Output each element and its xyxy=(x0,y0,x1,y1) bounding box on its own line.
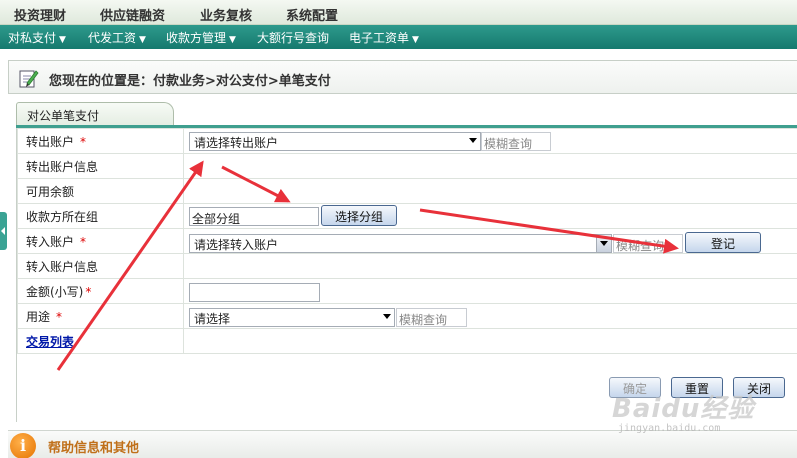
sub-menu-private-payment[interactable]: 对私支付 ▼ xyxy=(8,29,66,46)
in-account-label: 转入账户 xyxy=(26,234,75,249)
required-mark: * xyxy=(80,134,87,149)
top-menu-bar: 投资理财 供应链融资 业务复核 系统配置 xyxy=(0,0,797,25)
payee-group-label: 收款方所在组 xyxy=(17,203,184,229)
chevron-down-icon: ▼ xyxy=(139,35,146,45)
chevron-down-icon xyxy=(469,138,477,143)
help-title[interactable]: 帮助信息和其他 xyxy=(48,437,139,456)
breadcrumb: 您现在的位置是：付款业务>对公支付>单笔支付 xyxy=(8,60,797,94)
out-account-info-value xyxy=(183,153,797,179)
payee-group-input[interactable]: 全部分组 xyxy=(189,207,319,226)
watermark: Baidu经验 jingyan.baidu.com xyxy=(612,388,797,438)
tab-corporate-single-payment[interactable]: 对公单笔支付 xyxy=(16,102,174,126)
select-group-button[interactable]: 选择分组 xyxy=(321,205,397,226)
watermark-url: jingyan.baidu.com xyxy=(618,423,721,434)
sub-menu-payee-management[interactable]: 收款方管理 ▼ xyxy=(166,29,236,46)
out-account-info-label: 转出账户信息 xyxy=(17,153,184,179)
top-menu-investment[interactable]: 投资理财 xyxy=(14,5,66,24)
transaction-list-link[interactable]: 交易列表 xyxy=(26,335,74,349)
out-account-label: 转出账户 xyxy=(26,134,75,149)
chevron-down-icon xyxy=(600,241,608,246)
out-account-select[interactable]: 请选择转出账户 xyxy=(189,132,481,151)
purpose-select[interactable]: 请选择 xyxy=(189,308,395,327)
top-menu-supply-chain[interactable]: 供应链融资 xyxy=(100,5,165,24)
info-icon: i xyxy=(10,433,36,458)
breadcrumb-text: 您现在的位置是：付款业务>对公支付>单笔支付 xyxy=(49,74,331,89)
amount-input[interactable] xyxy=(189,283,320,302)
form-panel: 转出账户 * 转出账户信息 可用余额 收款方所在组 转入账户 * 转入账户信息 金额… xyxy=(16,128,797,422)
sub-menu-bar: 对私支付 ▼ 代发工资 ▼ 收款方管理 ▼ 大额行号查询 电子工资单 ▼ xyxy=(0,25,797,49)
edit-document-icon xyxy=(19,70,39,88)
in-account-info-value xyxy=(183,253,797,279)
required-mark: * xyxy=(80,234,87,249)
chevron-down-icon: ▼ xyxy=(229,35,236,45)
sub-menu-bank-code-query[interactable]: 大额行号查询 xyxy=(257,29,329,46)
purpose-label: 用途 xyxy=(26,309,51,324)
in-account-info-label: 转入账户信息 xyxy=(17,253,184,279)
in-account-select[interactable]: 请选择转入账户 xyxy=(189,234,612,253)
watermark-title: Baidu经验 xyxy=(612,394,755,424)
chevron-down-icon xyxy=(383,314,391,319)
available-balance-label: 可用余额 xyxy=(17,178,184,204)
chevron-down-icon: ▼ xyxy=(59,35,66,45)
chevron-down-icon: ▼ xyxy=(412,35,419,45)
top-menu-business-review[interactable]: 业务复核 xyxy=(200,5,252,24)
sub-menu-e-payslip[interactable]: 电子工资单 ▼ xyxy=(349,29,419,46)
in-account-fuzzy-query[interactable]: 模糊查询 xyxy=(613,234,683,253)
available-balance-value xyxy=(183,178,797,204)
out-account-fuzzy-query[interactable]: 模糊查询 xyxy=(481,132,551,151)
sidebar-toggle-handle[interactable] xyxy=(0,212,7,250)
sub-menu-payroll[interactable]: 代发工资 ▼ xyxy=(88,29,146,46)
required-mark: * xyxy=(85,284,92,299)
amount-label: 金额(小写) xyxy=(26,284,84,299)
required-mark: * xyxy=(56,309,63,324)
register-button[interactable]: 登记 xyxy=(685,232,761,253)
top-menu-system-config[interactable]: 系统配置 xyxy=(286,5,338,24)
purpose-fuzzy-query[interactable]: 模糊查询 xyxy=(396,308,467,327)
